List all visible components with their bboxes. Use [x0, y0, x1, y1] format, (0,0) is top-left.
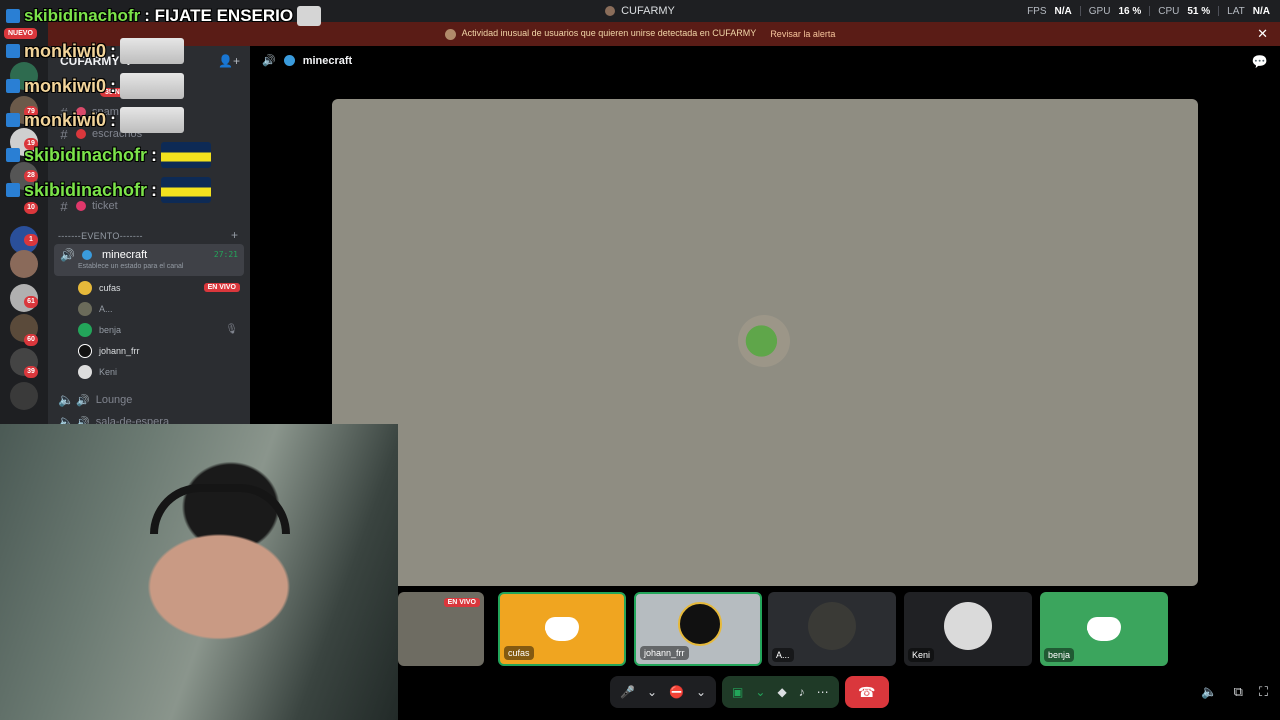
mic-controls: 🎤 ⌄ ⛔ ⌄ [610, 676, 717, 708]
server-icon [605, 6, 616, 16]
volume-icon[interactable]: 🔈 [1201, 684, 1217, 700]
speaker-icon: 🔊 [76, 394, 90, 407]
avatar [738, 315, 790, 367]
camera-off-icon[interactable]: ⛔ [669, 685, 684, 699]
unread-badge: 61 [24, 296, 38, 308]
disconnect-button[interactable]: ☎ [844, 676, 889, 708]
avatar [944, 602, 992, 650]
hang-up-icon: ☎ [857, 683, 876, 700]
review-alert-link[interactable]: Revisar la alerta [770, 29, 835, 39]
add-channel-icon[interactable]: + [231, 228, 238, 242]
voice-user-cufas[interactable]: cufas [78, 279, 121, 297]
live-badge: EN VIVO [443, 598, 480, 607]
chat-overlay-line: monkiwi0 : [6, 38, 185, 64]
unread-badge: 10 [24, 202, 38, 214]
speaker-icon: 🔈 [58, 392, 75, 407]
chevron-down-icon[interactable]: ⌄ [755, 685, 765, 699]
unread-badge: 1 [24, 234, 38, 246]
more-options-icon[interactable]: ⋯ [817, 685, 829, 699]
voice-user-benja[interactable]: benja [78, 321, 121, 339]
speaker-icon: 🔊 [262, 55, 276, 67]
popout-icon[interactable]: ⧉ [1234, 684, 1243, 700]
kick-icon [6, 113, 20, 127]
globe-icon [283, 55, 295, 66]
call-header: 🔊 minecraft [262, 54, 353, 68]
speaker-icon: 🔊 [60, 248, 75, 262]
focused-stream[interactable] [332, 99, 1198, 586]
streamer-webcam [0, 424, 398, 720]
kick-icon [6, 148, 20, 162]
alert-message: Actividad inusual de usuarios que quiere… [444, 28, 756, 40]
avatar [678, 602, 722, 646]
chat-overlay-line: monkiwi0 : [6, 73, 185, 99]
channel-status[interactable]: Establece un estado para el canal [78, 263, 183, 270]
unread-badge: 39 [24, 366, 38, 378]
avatar [78, 302, 92, 316]
soundboard-icon[interactable]: ♪ [799, 685, 805, 699]
call-controls: 🎤 ⌄ ⛔ ⌄ ▣ ⌄ ◆ ♪ ⋯ ☎ [610, 676, 889, 708]
channel-sidebar: CUFARMY ⌄ 👤+ 35 NUEVOS M # spam # escrac… [48, 46, 250, 432]
divider [1149, 6, 1151, 16]
chat-overlay-line: skibidinachofr : [6, 177, 212, 203]
participant-tile-johann[interactable]: johann_frr [634, 592, 762, 666]
avatar [808, 602, 856, 650]
kick-icon [6, 183, 20, 197]
divider [1079, 6, 1081, 16]
voice-user-keni[interactable]: Keni [78, 363, 117, 381]
unread-badge: 60 [24, 334, 38, 346]
voice-channel-minecraft[interactable]: 🔊 minecraft Establece un estado para el … [54, 244, 244, 276]
emote-image [161, 177, 212, 203]
screen-share-icon[interactable]: ▣ [732, 685, 743, 699]
globe-icon [82, 250, 92, 260]
live-badge: EN VIVO [203, 283, 240, 292]
call-timer: 27:21 [213, 250, 238, 259]
performance-overlay: FPS N/A GPU 16 % CPU 51 % LAT N/A [1027, 5, 1270, 17]
server-icon [444, 28, 456, 40]
discord-logo-icon [1087, 617, 1121, 641]
microphone-icon[interactable]: 🎤 [620, 685, 635, 699]
kick-icon [6, 9, 20, 23]
discord-logo-icon [545, 617, 579, 641]
emote-image [120, 73, 185, 99]
server-icon[interactable] [10, 382, 38, 410]
activities-icon[interactable]: ◆ [777, 685, 786, 699]
emote-image [161, 142, 212, 168]
close-icon[interactable]: ✕ [1257, 26, 1268, 42]
participant-tile-benja[interactable]: benja [1040, 592, 1168, 666]
server-icon[interactable] [10, 250, 38, 278]
avatar [78, 365, 92, 379]
activity-controls: ▣ ⌄ ◆ ♪ ⋯ [722, 676, 839, 708]
avatar [78, 344, 92, 358]
chat-overlay-line: monkiwi0 : [6, 107, 185, 133]
category-evento[interactable]: -------EVENTO------- [58, 231, 143, 241]
avatar [78, 323, 92, 337]
view-controls: 🔈 ⧉ ⛶ [1201, 684, 1268, 700]
participant-tile-cufas[interactable]: cufas [498, 592, 626, 666]
window-title: CUFARMY [605, 5, 675, 17]
chevron-down-icon[interactable]: ⌄ [696, 685, 706, 699]
chat-overlay-line: skibidinachofr : [6, 142, 212, 168]
fullscreen-icon[interactable]: ⛶ [1259, 684, 1268, 700]
kick-icon [6, 44, 20, 58]
emote-image [297, 6, 322, 26]
divider [1218, 6, 1220, 16]
emote-image [120, 38, 185, 64]
chevron-down-icon[interactable]: ⌄ [647, 685, 657, 699]
voice-call-view: 🔊 minecraft 💬 EN VIVO cufas johann_frr A… [250, 46, 1280, 720]
participant-tile-keni[interactable]: Keni [904, 592, 1032, 666]
muted-mic-icon: 🎙 [225, 324, 238, 335]
voice-user-johann[interactable]: johann_frr [78, 342, 140, 360]
invite-people-icon[interactable]: 👤+ [218, 54, 240, 68]
voice-user-a[interactable]: A... [78, 300, 113, 318]
chat-overlay-top: skibidinachofr : FIJATE ENSERIO [6, 6, 322, 26]
emote-image [120, 107, 185, 133]
participant-tile-a[interactable]: A... [768, 592, 896, 666]
voice-channel-lounge[interactable]: 🔈 🔊 Lounge [58, 390, 132, 410]
stream-tile[interactable]: EN VIVO [398, 592, 484, 666]
chat-bubble-icon[interactable]: 💬 [1252, 54, 1268, 70]
kick-icon [6, 79, 20, 93]
avatar [78, 281, 92, 295]
headphones-icon [150, 484, 290, 534]
